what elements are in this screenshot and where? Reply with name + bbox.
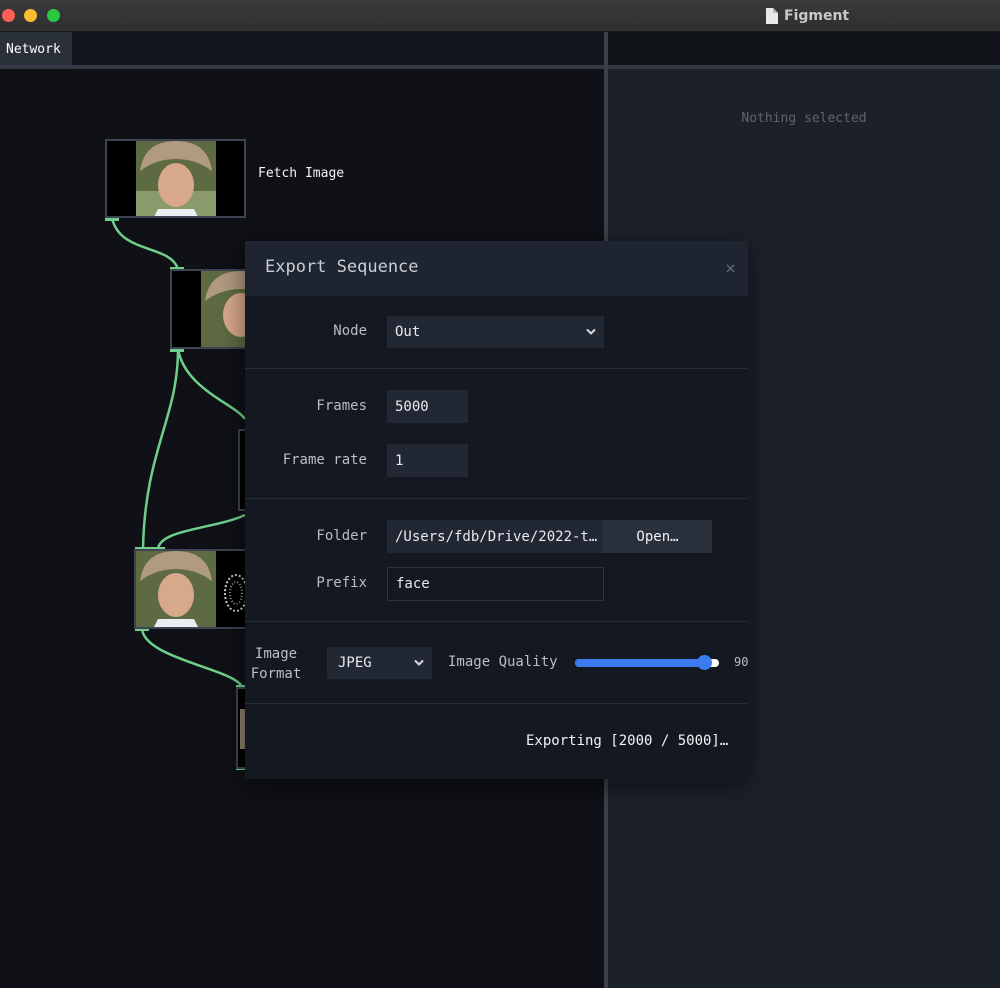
title-bar: Figment bbox=[0, 0, 1000, 32]
nothing-selected-message: Nothing selected bbox=[741, 111, 867, 126]
dialog-header: Export Sequence × bbox=[245, 241, 748, 296]
slider-fill bbox=[575, 659, 705, 667]
chevron-down-icon bbox=[586, 328, 596, 335]
window-title: Figment bbox=[765, 6, 849, 26]
wire bbox=[141, 348, 180, 550]
slider-thumb[interactable] bbox=[697, 655, 712, 670]
prefix-label: Prefix bbox=[316, 575, 367, 591]
image-format-label-line2: Format bbox=[250, 666, 302, 682]
wire bbox=[110, 217, 180, 270]
close-window-button[interactable] bbox=[2, 9, 15, 22]
frame-rate-input[interactable]: 1 bbox=[387, 444, 468, 477]
node-crop[interactable] bbox=[170, 269, 250, 349]
image-format-label: Image Format bbox=[245, 644, 307, 684]
section-divider bbox=[245, 498, 748, 499]
chevron-down-icon bbox=[414, 659, 424, 666]
image-format-value: JPEG bbox=[338, 655, 372, 671]
minimize-window-button[interactable] bbox=[24, 9, 37, 22]
folder-label: Folder bbox=[316, 528, 367, 544]
app-title-text: Figment bbox=[784, 8, 850, 24]
node-label: Node bbox=[333, 323, 367, 339]
node-merge[interactable] bbox=[134, 549, 250, 629]
node-label-fetch-image: Fetch Image bbox=[258, 166, 345, 181]
open-folder-button[interactable]: Open… bbox=[603, 520, 712, 553]
params-header bbox=[608, 32, 1000, 65]
node-fetch-image[interactable] bbox=[105, 139, 246, 218]
face-thumbnail bbox=[136, 551, 216, 627]
face-thumbnail bbox=[201, 271, 248, 347]
frames-input[interactable]: 5000 bbox=[387, 390, 468, 423]
dialog-title: Export Sequence bbox=[265, 257, 419, 277]
export-sequence-dialog: Export Sequence × Node Out Frames 5000 F… bbox=[245, 241, 748, 779]
node-select[interactable]: Out bbox=[387, 316, 604, 348]
export-status: Exporting [2000 / 5000]… bbox=[526, 733, 729, 749]
image-quality-label: Image Quality bbox=[448, 654, 558, 670]
node-select-value: Out bbox=[395, 324, 421, 340]
wire bbox=[156, 513, 246, 550]
section-divider bbox=[245, 621, 748, 622]
wire bbox=[140, 628, 244, 688]
face-thumbnail bbox=[136, 141, 216, 216]
network-header: Network bbox=[0, 32, 605, 67]
frame-rate-label: Frame rate bbox=[282, 452, 367, 468]
image-format-select[interactable]: JPEG bbox=[327, 647, 432, 679]
section-divider bbox=[245, 368, 748, 369]
image-quality-value: 90 bbox=[734, 655, 749, 669]
section-divider bbox=[245, 703, 748, 704]
document-icon bbox=[765, 8, 778, 24]
wire bbox=[176, 348, 247, 420]
image-quality-slider[interactable] bbox=[575, 655, 719, 670]
prefix-input[interactable]: face bbox=[387, 567, 604, 601]
frames-label: Frames bbox=[316, 398, 367, 414]
zoom-window-button[interactable] bbox=[47, 9, 60, 22]
folder-input[interactable]: /Users/fdb/Drive/2022-t… bbox=[387, 520, 603, 553]
image-format-label-line1: Image bbox=[254, 646, 298, 662]
tab-network[interactable]: Network bbox=[0, 32, 72, 67]
close-icon[interactable]: × bbox=[725, 258, 736, 279]
